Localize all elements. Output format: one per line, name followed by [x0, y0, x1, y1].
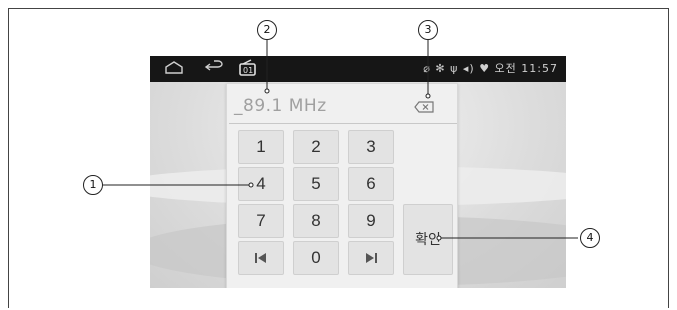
callout-2: 2: [257, 20, 277, 40]
callout-lines: [103, 38, 578, 241]
callout-4: 4: [580, 228, 600, 248]
callout-1: 1: [83, 175, 103, 195]
callout-3: 3: [418, 20, 438, 40]
